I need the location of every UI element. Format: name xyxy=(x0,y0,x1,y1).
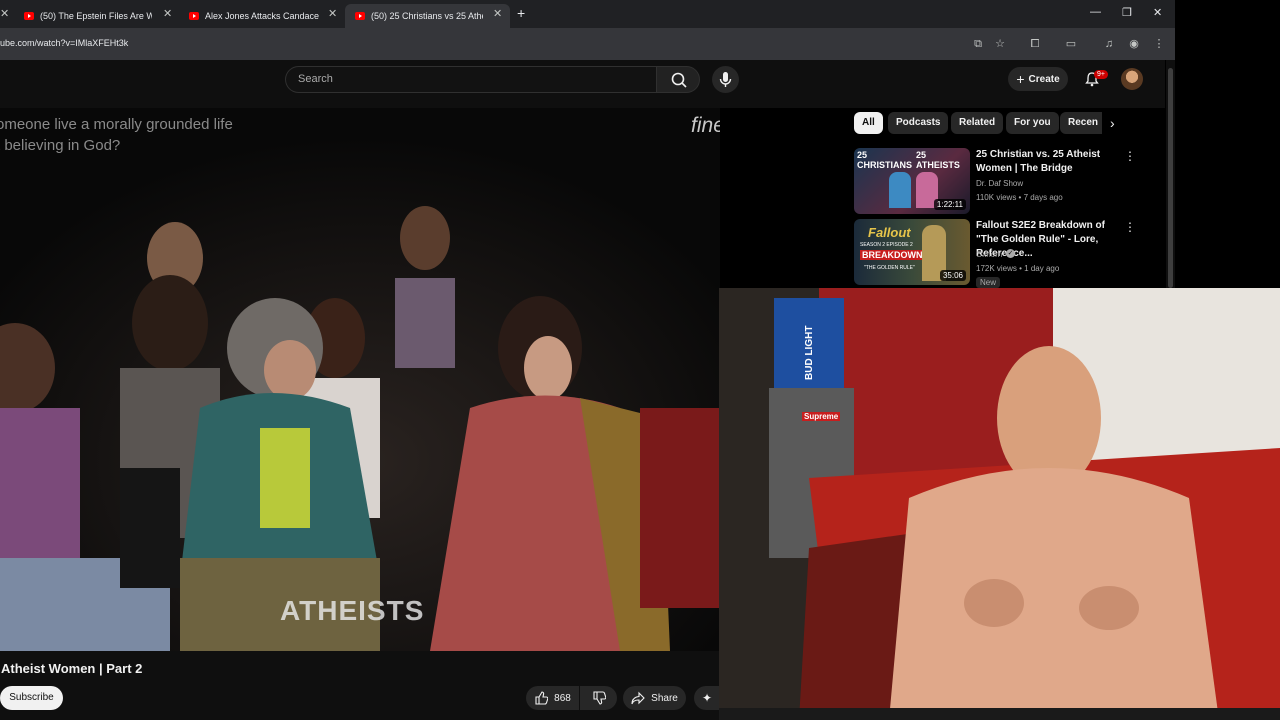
like-count: 868 xyxy=(554,692,571,704)
install-app-icon[interactable]: ⧉ xyxy=(970,36,986,52)
subscribe-button[interactable]: Subscribe xyxy=(0,686,63,710)
bookmark-star-icon[interactable]: ☆ xyxy=(992,36,1008,52)
tab-label: (50) 25 Christians vs 25 Atheist xyxy=(371,11,483,21)
share-button[interactable]: Share xyxy=(623,686,686,710)
verified-check-icon: ✓ xyxy=(1006,249,1015,258)
split-view-icon[interactable]: ▭ xyxy=(1063,36,1079,52)
youtube-favicon-icon xyxy=(24,12,34,20)
close-tab-icon[interactable]: ✕ xyxy=(0,7,9,20)
thumbnail-figure xyxy=(889,172,911,208)
recommendation-thumbnail[interactable]: 25 CHRISTIANS 25 ATHEISTS 1:22:11 xyxy=(854,148,970,214)
search-button[interactable] xyxy=(656,66,700,93)
like-button[interactable]: 868 xyxy=(526,686,579,710)
thumbnail-text-breakdown: BREAKDOWN xyxy=(860,250,925,260)
menu-dots-icon[interactable]: ⋮ xyxy=(1151,36,1167,52)
search-input[interactable]: Search xyxy=(285,66,657,93)
youtube-favicon-icon xyxy=(189,12,199,20)
account-avatar[interactable] xyxy=(1121,68,1143,90)
create-button[interactable]: + Create xyxy=(1008,67,1068,91)
sparkle-icon: ✦ xyxy=(701,691,713,705)
search-icon xyxy=(671,72,687,88)
chip-all[interactable]: All xyxy=(854,112,883,134)
share-arrow-icon xyxy=(631,691,645,705)
recommendation-title[interactable]: 25 Christian vs. 25 Atheist Women | The … xyxy=(976,148,1121,176)
dislike-button[interactable] xyxy=(580,686,617,710)
video-overlay-question-line2: t believing in God? xyxy=(0,137,121,154)
recommendation-channel[interactable]: Oxhorn xyxy=(976,250,1002,259)
video-lower-caption: ATHEISTS xyxy=(280,595,425,626)
scrollbar[interactable] xyxy=(1166,60,1175,288)
video-duration: 35:06 xyxy=(939,270,966,281)
plus-icon: + xyxy=(1016,71,1025,87)
video-title: Atheist Women | Part 2 xyxy=(1,661,143,676)
chip-for-you[interactable]: For you xyxy=(1006,112,1059,134)
recommendation-meta: 110K views • 7 days ago xyxy=(976,193,1063,202)
tab-christians-vs-atheists[interactable]: (50) 25 Christians vs 25 Atheist ✕ xyxy=(345,4,510,28)
minimize-icon[interactable]: — xyxy=(1090,6,1101,18)
thumbs-up-icon xyxy=(535,691,549,705)
tab-alex-jones[interactable]: Alex Jones Attacks Candace Ow ✕ xyxy=(177,4,345,28)
close-tab-icon[interactable]: ✕ xyxy=(328,7,337,20)
recommendation-thumbnail[interactable]: Fallout SEASON 2 EPISODE 2 BREAKDOWN "TH… xyxy=(854,219,970,285)
thumbnail-text-fallout: Fallout xyxy=(868,225,911,240)
chip-related[interactable]: Related xyxy=(951,112,1004,134)
video-duration: 1:22:11 xyxy=(933,199,966,210)
profile-icon[interactable]: ◉ xyxy=(1126,36,1142,52)
tab-epstein[interactable]: ✕ (50) The Epstein Files Are Way W ✕ xyxy=(0,4,175,28)
url-text[interactable]: ube.com/watch?v=IMlaXFEHt3k xyxy=(0,38,128,48)
beer-box-label: BUD LIGHT xyxy=(804,325,815,380)
notification-count-badge: 9+ xyxy=(1094,70,1108,79)
restore-icon[interactable]: ❐ xyxy=(1122,6,1132,19)
thumbnail-text-atheists: 25 ATHEISTS xyxy=(916,150,960,170)
new-tab-icon[interactable]: + xyxy=(517,5,525,21)
close-tab-icon[interactable]: ✕ xyxy=(163,7,172,20)
new-badge: New xyxy=(976,277,1001,288)
video-watermark: fineforever.com xyxy=(691,114,720,137)
recommendation-channel[interactable]: Dr. Daf Show xyxy=(976,179,1023,188)
tab-label: Alex Jones Attacks Candace Ow xyxy=(205,11,320,21)
more-options-icon[interactable]: ⋮ xyxy=(1124,220,1136,234)
sticker-label: Supreme xyxy=(802,412,841,421)
chip-recently-uploaded[interactable]: Recen xyxy=(1060,112,1102,134)
microphone-icon xyxy=(719,72,732,87)
create-label: Create xyxy=(1028,73,1060,85)
close-tab-icon[interactable]: ✕ xyxy=(493,7,502,20)
voice-search-button[interactable] xyxy=(712,66,739,93)
webcam-overlay: BUD LIGHT Supreme xyxy=(719,288,1280,720)
video-overlay-question-line1: omeone live a morally grounded life xyxy=(0,116,233,133)
thumbs-down-icon xyxy=(592,691,606,705)
ask-ai-button[interactable]: ✦ xyxy=(694,686,720,710)
video-player[interactable]: omeone live a morally grounded life t be… xyxy=(0,108,720,651)
media-control-icon[interactable]: ♫ xyxy=(1101,36,1117,52)
thumbnail-text-christians: 25 CHRISTIANS xyxy=(857,150,913,170)
scrollbar-thumb[interactable] xyxy=(1168,68,1173,288)
youtube-favicon-icon xyxy=(355,12,365,20)
close-window-icon[interactable]: ✕ xyxy=(1153,6,1162,19)
recommendation-meta: 172K views • 1 day ago xyxy=(976,264,1060,273)
tab-label: (50) The Epstein Files Are Way W xyxy=(40,11,152,21)
browser-tab-bar: ✕ (50) The Epstein Files Are Way W ✕ Ale… xyxy=(0,0,1175,28)
more-options-icon[interactable]: ⋮ xyxy=(1124,149,1136,163)
chip-podcasts[interactable]: Podcasts xyxy=(888,112,949,134)
thumbnail-text-season: SEASON 2 EPISODE 2 xyxy=(860,242,913,248)
thumbnail-text-golden-rule: "THE GOLDEN RULE" xyxy=(864,265,915,271)
extensions-icon[interactable]: ⧠ xyxy=(1027,36,1043,52)
chevron-right-icon[interactable]: › xyxy=(1110,115,1115,131)
video-frame-audience xyxy=(0,108,720,651)
share-label: Share xyxy=(651,692,678,704)
